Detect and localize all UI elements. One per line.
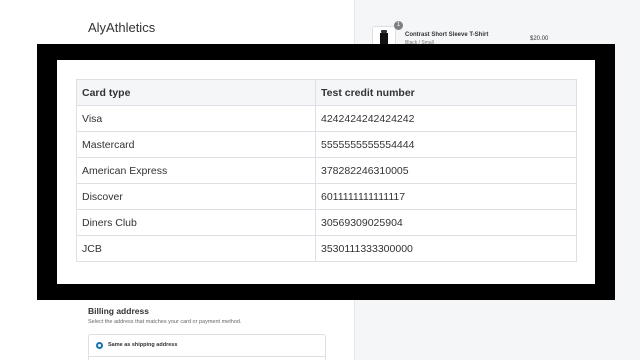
product-name: Contrast Short Sleeve T-Shirt (405, 32, 489, 38)
table-row: Visa 4242424242424242 (76, 105, 577, 132)
billing-option-label[interactable]: Same as shipping address (108, 342, 177, 348)
table-row: Mastercard 5555555555554444 (76, 131, 577, 158)
column-header-test-number: Test credit number (315, 79, 577, 106)
tshirt-image (380, 30, 388, 44)
test-card-panel: Card type Test credit number Visa 424242… (57, 60, 595, 284)
store-name[interactable]: AlyAthletics (88, 20, 155, 35)
card-number-cell: 6011111111111117 (315, 183, 577, 210)
test-card-overlay: Card type Test credit number Visa 424242… (37, 44, 615, 300)
card-type-cell: Mastercard (76, 131, 316, 158)
quantity-badge: 1 (394, 21, 403, 30)
test-card-table: Card type Test credit number Visa 424242… (76, 79, 577, 262)
radio-dot (98, 344, 101, 347)
card-number-cell: 5555555555554444 (315, 131, 577, 158)
billing-address-description: Select the address that matches your car… (88, 319, 242, 325)
card-type-cell: Visa (76, 105, 316, 132)
product-price: $20.00 (530, 36, 549, 42)
billing-option-divider (88, 356, 326, 357)
card-type-cell: Diners Club (76, 209, 316, 236)
card-number-cell: 378282246310005 (315, 157, 577, 184)
card-number-cell: 3530111333300000 (315, 235, 577, 262)
column-header-card-type: Card type (76, 79, 316, 106)
billing-address-heading: Billing address (88, 306, 149, 316)
card-number-cell: 4242424242424242 (315, 105, 577, 132)
table-header-row: Card type Test credit number (76, 79, 577, 106)
card-type-cell: JCB (76, 235, 316, 262)
table-row: JCB 3530111333300000 (76, 235, 577, 262)
card-number-cell: 30569309025904 (315, 209, 577, 236)
card-type-cell: Discover (76, 183, 316, 210)
card-type-cell: American Express (76, 157, 316, 184)
table-row: Discover 6011111111111117 (76, 183, 577, 210)
table-row: Diners Club 30569309025904 (76, 209, 577, 236)
radio-selected-icon[interactable] (96, 342, 103, 349)
table-row: American Express 378282246310005 (76, 157, 577, 184)
